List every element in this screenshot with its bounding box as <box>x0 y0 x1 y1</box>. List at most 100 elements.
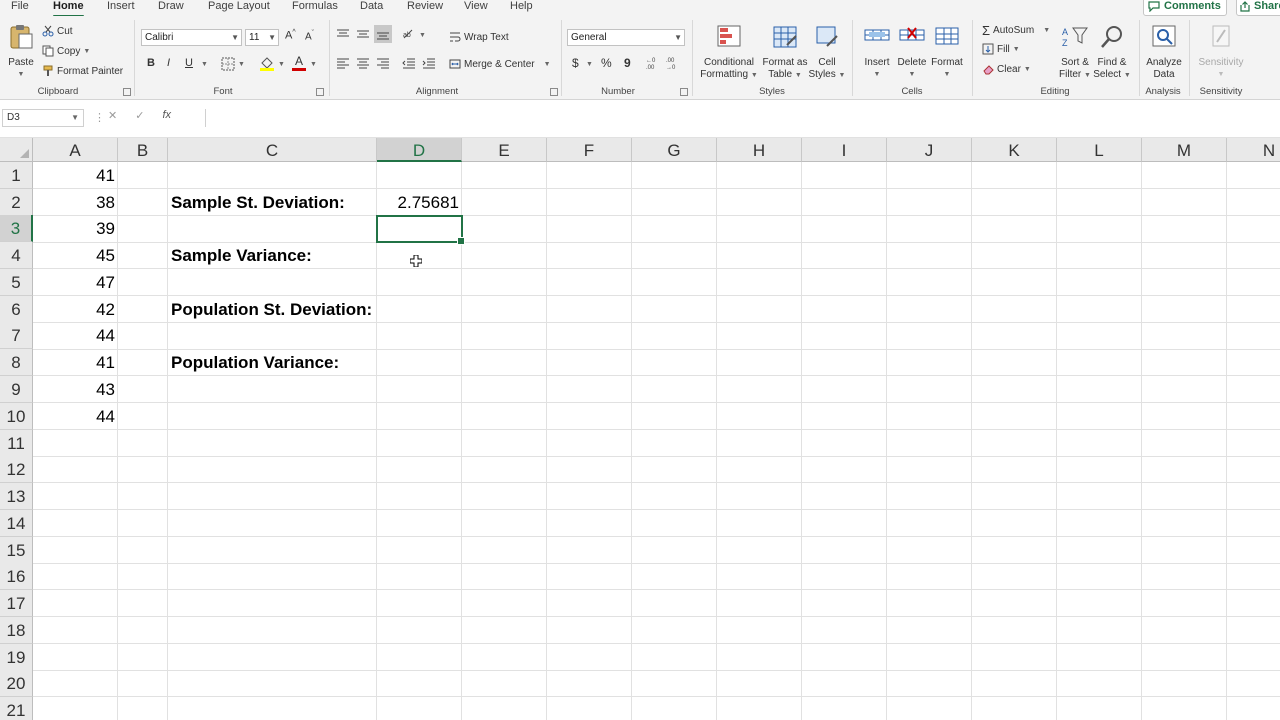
align-left-icon[interactable] <box>336 57 350 69</box>
row-header-12[interactable]: 12 <box>0 456 33 483</box>
tab-file[interactable]: File <box>11 0 29 13</box>
tab-home[interactable]: Home <box>53 0 84 18</box>
increase-decimal-icon[interactable]: ←0.00 <box>646 56 662 70</box>
select-all-button[interactable] <box>0 138 33 162</box>
decrease-indent-icon[interactable] <box>402 57 416 69</box>
analyze-data-button[interactable]: Analyze Data <box>1144 24 1184 81</box>
cell-a7[interactable]: 44 <box>33 323 118 349</box>
column-header-c[interactable]: C <box>168 138 377 162</box>
fill-color-dropdown-icon[interactable]: ▼ <box>278 61 285 68</box>
row-header-4[interactable]: 4 <box>0 242 33 269</box>
row-header-21[interactable]: 21 <box>0 697 33 720</box>
cell-a1[interactable]: 41 <box>33 163 118 189</box>
insert-cells-button[interactable]: Insert ▼ <box>860 24 894 81</box>
column-header-n[interactable]: N <box>1227 138 1280 162</box>
bold-button[interactable]: B <box>147 57 155 69</box>
share-button[interactable]: Share <box>1236 0 1280 16</box>
row-header-18[interactable]: 18 <box>0 617 33 644</box>
row-header-11[interactable]: 11 <box>0 430 33 457</box>
row-header-16[interactable]: 16 <box>0 563 33 590</box>
conditional-formatting-button[interactable]: Conditional Formatting ▼ <box>698 24 760 82</box>
align-center-icon[interactable] <box>356 57 370 69</box>
cell-a4[interactable]: 45 <box>33 243 118 269</box>
currency-button[interactable]: $ <box>572 56 579 70</box>
tab-view[interactable]: View <box>464 0 488 13</box>
column-header-k[interactable]: K <box>972 138 1057 162</box>
formula-input[interactable] <box>205 109 1280 127</box>
cell-d2-sample-stdev-value[interactable]: 2.75681 <box>377 190 462 216</box>
tab-draw[interactable]: Draw <box>158 0 184 13</box>
decrease-font-icon[interactable]: Aˇ <box>305 30 314 42</box>
column-header-m[interactable]: M <box>1142 138 1227 162</box>
cell-c8-population-variance-label[interactable]: Population Variance: <box>168 350 377 376</box>
format-cells-button[interactable]: Format ▼ <box>929 24 965 81</box>
merge-center-button[interactable]: Merge & Center ▼ <box>449 58 551 70</box>
find-select-button[interactable]: Find & Select ▼ <box>1093 24 1131 82</box>
orientation-dropdown-icon[interactable]: ▼ <box>419 32 426 39</box>
cell-a9[interactable]: 43 <box>33 377 118 403</box>
column-header-a[interactable]: A <box>33 138 118 162</box>
row-header-7[interactable]: 7 <box>0 322 33 349</box>
align-middle-icon[interactable] <box>356 28 370 40</box>
currency-dropdown-icon[interactable]: ▼ <box>586 61 593 68</box>
tab-help[interactable]: Help <box>510 0 533 13</box>
decrease-decimal-icon[interactable]: .00→0 <box>666 56 682 70</box>
row-header-2[interactable]: 2 <box>0 189 33 216</box>
row-header-17[interactable]: 17 <box>0 590 33 617</box>
align-top-icon[interactable] <box>336 28 350 40</box>
comments-button[interactable]: Comments <box>1143 0 1227 16</box>
alignment-launcher-icon[interactable] <box>550 88 558 96</box>
fill-button[interactable]: Fill ▼ <box>982 43 1020 55</box>
borders-dropdown-icon[interactable]: ▼ <box>238 61 245 68</box>
cell-a3[interactable]: 39 <box>33 216 118 242</box>
cell-a8[interactable]: 41 <box>33 350 118 376</box>
row-header-3[interactable]: 3 <box>0 215 33 242</box>
number-launcher-icon[interactable] <box>680 88 688 96</box>
autosum-button[interactable]: Σ AutoSum ▼ <box>982 23 1050 38</box>
cell-a6[interactable]: 42 <box>33 297 118 323</box>
wrap-text-button[interactable]: Wrap Text <box>449 31 509 43</box>
percent-button[interactable]: % <box>601 56 612 70</box>
comma-style-button[interactable]: 9 <box>624 56 631 70</box>
copy-button[interactable]: Copy ▼ <box>42 45 90 57</box>
tab-page-layout[interactable]: Page Layout <box>208 0 270 13</box>
column-header-i[interactable]: I <box>802 138 887 162</box>
column-header-b[interactable]: B <box>118 138 168 162</box>
delete-cells-button[interactable]: Delete ▼ <box>895 24 929 81</box>
italic-button[interactable]: I <box>167 57 170 69</box>
paste-button[interactable]: Paste ▼ <box>6 24 36 81</box>
column-header-l[interactable]: L <box>1057 138 1142 162</box>
font-name-select[interactable]: Calibri ▼ <box>141 29 242 46</box>
align-bottom-icon[interactable] <box>374 25 392 43</box>
row-header-20[interactable]: 20 <box>0 670 33 697</box>
active-cell-d3[interactable] <box>376 215 465 245</box>
number-format-select[interactable]: General ▼ <box>567 29 685 46</box>
column-header-f[interactable]: F <box>547 138 632 162</box>
tab-insert[interactable]: Insert <box>107 0 135 13</box>
row-header-10[interactable]: 10 <box>0 403 33 430</box>
cell-c2-sample-stdev-label[interactable]: Sample St. Deviation: <box>168 190 377 216</box>
cell-a2[interactable]: 38 <box>33 190 118 216</box>
format-as-table-button[interactable]: Format as Table ▼ <box>762 24 808 82</box>
borders-icon[interactable] <box>221 57 235 71</box>
column-header-d[interactable]: D <box>377 138 462 162</box>
font-color-dropdown-icon[interactable]: ▼ <box>310 61 317 68</box>
cancel-icon[interactable]: ✕ <box>108 109 117 122</box>
column-header-j[interactable]: J <box>887 138 972 162</box>
row-header-13[interactable]: 13 <box>0 483 33 510</box>
row-header-8[interactable]: 8 <box>0 349 33 376</box>
row-header-5[interactable]: 5 <box>0 269 33 296</box>
fill-color-icon[interactable] <box>259 55 275 71</box>
format-painter-button[interactable]: Format Painter <box>42 65 123 77</box>
cell-a5[interactable]: 47 <box>33 270 118 296</box>
row-header-9[interactable]: 9 <box>0 376 33 403</box>
increase-font-icon[interactable]: A^ <box>285 29 296 42</box>
clipboard-launcher-icon[interactable] <box>123 88 131 96</box>
enter-icon[interactable]: ✓ <box>135 109 144 122</box>
increase-indent-icon[interactable] <box>422 57 436 69</box>
orientation-icon[interactable]: ab <box>402 28 416 40</box>
align-right-icon[interactable] <box>376 57 390 69</box>
underline-dropdown-icon[interactable]: ▼ <box>201 61 208 68</box>
cut-button[interactable]: Cut <box>42 25 73 37</box>
column-header-g[interactable]: G <box>632 138 717 162</box>
